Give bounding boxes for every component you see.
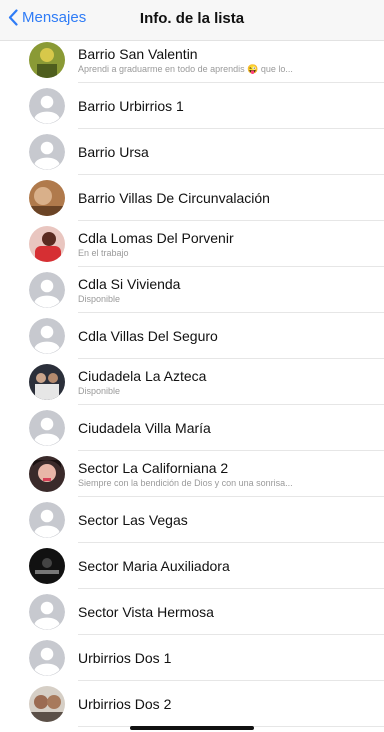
list-item-text: Sector Vista Hermosa	[78, 589, 372, 635]
list-item[interactable]: Ciudadela Villa María	[0, 405, 384, 451]
contact-name: Sector Las Vegas	[78, 512, 188, 528]
contact-name: Ciudadela La Azteca	[78, 368, 207, 384]
list-item[interactable]: Cdla Lomas Del Porvenir En el trabajo	[0, 221, 384, 267]
list-item[interactable]: Barrio Villas De Circunvalación	[0, 175, 384, 221]
list-item-text: Cdla Si Vivienda Disponible	[78, 267, 372, 313]
list-item-text: Ciudadela Villa María	[78, 405, 372, 451]
page-title: Info. de la lista	[139, 10, 245, 27]
list-item-text: Barrio Ursa	[78, 129, 372, 175]
default-avatar-icon	[29, 410, 65, 446]
contact-status: En el trabajo	[78, 248, 129, 258]
default-avatar-icon	[29, 134, 65, 170]
list-item[interactable]: Sector La Californiana 2 Siempre con la b…	[0, 451, 384, 497]
default-avatar-icon	[29, 502, 65, 538]
contact-name: Barrio Villas De Circunvalación	[78, 190, 270, 206]
contact-name: Cdla Lomas Del Porvenir	[78, 230, 234, 246]
list-item-text: Urbirrios Dos 2	[78, 681, 372, 727]
list-item-text: Sector Maria Auxiliadora	[78, 543, 372, 589]
contact-name: Ciudadela Villa María	[78, 420, 211, 436]
contact-name: Barrio Ursa	[78, 144, 149, 160]
contact-name: Barrio San Valentin	[78, 45, 198, 62]
list-item-text: Cdla Villas Del Seguro	[78, 313, 372, 359]
list-item[interactable]: Sector Las Vegas	[0, 497, 384, 543]
list-item-text: Barrio Urbirrios 1	[78, 83, 372, 129]
list-item[interactable]: Barrio Ursa	[0, 129, 384, 175]
contact-name: Barrio Urbirrios 1	[78, 98, 184, 114]
list-item-text: Ciudadela La Azteca Disponible	[78, 359, 372, 405]
list-item-text: Sector Las Vegas	[78, 497, 372, 543]
contact-name: Sector La Californiana 2	[78, 460, 229, 476]
default-avatar-icon	[29, 272, 65, 308]
contact-status: Siempre con la bendición de Dios y con u…	[78, 478, 293, 488]
contact-name: Sector Maria Auxiliadora	[78, 558, 230, 574]
nav-bar: Mensajes Info. de la lista	[0, 0, 384, 41]
list-item-text: Barrio Villas De Circunvalación	[78, 175, 372, 221]
avatar	[29, 548, 65, 584]
list-item[interactable]: Cdla Si Vivienda Disponible	[0, 267, 384, 313]
list-item[interactable]: Sector Vista Hermosa	[0, 589, 384, 635]
avatar	[29, 686, 65, 722]
list-item-text: Sector La Californiana 2 Siempre con la b…	[78, 451, 372, 497]
avatar	[29, 456, 65, 492]
contact-status: Aprendi a graduarme en todo de aprendis …	[78, 63, 293, 74]
list-item[interactable]: Barrio Urbirrios 1	[0, 83, 384, 129]
list-item-text: Urbirrios Dos 1	[78, 635, 372, 681]
default-avatar-icon	[29, 640, 65, 676]
default-avatar-icon	[29, 88, 65, 124]
contact-name: Cdla Si Vivienda	[78, 276, 181, 292]
contact-name: Sector Vista Hermosa	[78, 604, 214, 620]
list-item[interactable]: Ciudadela La Azteca Disponible	[0, 359, 384, 405]
contact-status: Disponible	[78, 386, 121, 396]
contact-list: ... ... ... ●●●●● Barrio San ValentinApr…	[0, 23, 384, 727]
avatar	[29, 180, 65, 216]
avatar	[29, 364, 65, 400]
default-avatar-icon	[29, 318, 65, 354]
list-item[interactable]: Cdla Villas Del Seguro	[0, 313, 384, 359]
home-indicator[interactable]	[130, 726, 254, 730]
contact-status: Disponible	[78, 294, 121, 304]
list-item-text: Barrio San Valentin Aprendi a graduarme e…	[78, 37, 372, 83]
avatar	[29, 226, 65, 262]
contact-name: Urbirrios Dos 1	[78, 650, 172, 666]
list-item[interactable]: Urbirrios Dos 1	[0, 635, 384, 681]
list-item[interactable]: Barrio San Valentin Aprendi a graduarme e…	[0, 37, 384, 83]
contact-name: Urbirrios Dos 2	[78, 696, 172, 712]
avatar	[29, 42, 65, 78]
list-item-text: Cdla Lomas Del Porvenir En el trabajo	[78, 221, 372, 267]
contact-name: Cdla Villas Del Seguro	[78, 328, 218, 344]
list-item[interactable]: Sector Maria Auxiliadora	[0, 543, 384, 589]
default-avatar-icon	[29, 594, 65, 630]
list-item[interactable]: Urbirrios Dos 2	[0, 681, 384, 727]
